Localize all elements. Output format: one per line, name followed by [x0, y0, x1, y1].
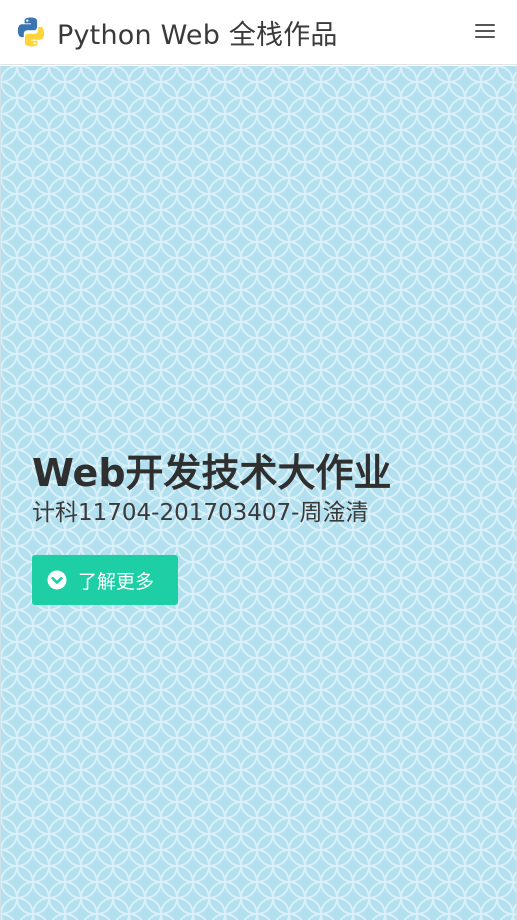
brand-link[interactable]: Python Web 全栈作品 [15, 13, 338, 51]
hero-title: Web开发技术大作业 [32, 451, 392, 495]
learn-more-button[interactable]: 了解更多 [32, 555, 178, 605]
chevron-down-circle-icon [47, 570, 67, 590]
python-logo-icon [17, 17, 45, 47]
top-navbar: Python Web 全栈作品 [0, 0, 517, 65]
hero-section: Web开发技术大作业 计科11704-201703407-周淦清 了解更多 [0, 66, 517, 920]
hamburger-menu-icon [475, 24, 495, 26]
learn-more-label: 了解更多 [78, 570, 155, 593]
brand-title[interactable]: Python Web 全栈作品 [57, 13, 338, 52]
hero-subtitle: 计科11704-201703407-周淦清 [32, 500, 369, 526]
hamburger-menu-button[interactable] [470, 19, 500, 45]
